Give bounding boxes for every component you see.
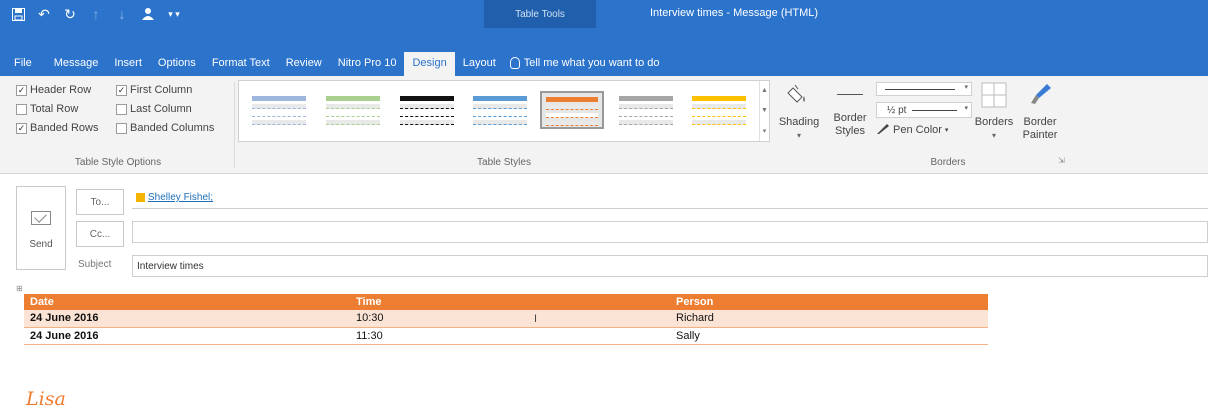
banded-rows-label: Banded Rows (30, 122, 99, 134)
last-column-label: Last Column (130, 103, 192, 115)
shading-dropdown-icon[interactable]: ▾ (774, 129, 824, 142)
tell-me-box[interactable]: Tell me what you want to do (504, 52, 660, 76)
window-title: Interview times - Message (HTML) (650, 7, 819, 19)
header-row-option[interactable]: ✓ Header Row (16, 84, 91, 96)
table-row: 24 June 2016 10:30 Richard (24, 310, 988, 328)
lightbulb-icon (509, 57, 520, 69)
user-icon[interactable] (140, 6, 156, 22)
table-style-options-label: Table Style Options (74, 157, 162, 168)
interview-table[interactable]: Date Time Person 24 June 2016 10:30 Rich… (24, 294, 988, 345)
ribbon: ✓ Header Row Total Row ✓ Banded Rows ✓ F… (0, 76, 1208, 174)
signature: Lisa (26, 388, 66, 410)
subject-label: Subject (78, 259, 112, 270)
envelope-icon (31, 211, 51, 225)
tab-review[interactable]: Review (278, 52, 330, 76)
table-cell[interactable]: 24 June 2016 (24, 310, 350, 328)
table-cell[interactable]: 24 June 2016 (24, 327, 350, 345)
table-cell[interactable]: Sally (670, 327, 988, 345)
to-field[interactable]: Shelley Fishel; (132, 187, 1208, 209)
table-row: 24 June 2016 11:30 Sally (24, 327, 988, 345)
table-cell[interactable]: 11:30 (350, 327, 670, 345)
ribbon-tabs: File Message Insert Options Format Text … (0, 52, 660, 76)
subject-value: Interview times (137, 260, 204, 272)
title-bar: ↶ ↻ ↑ ↓ ▾ ▾ Table Tools Interview times … (0, 0, 1208, 28)
tab-design[interactable]: Design (404, 52, 455, 76)
quick-access-toolbar: ↶ ↻ ↑ ↓ ▾ ▾ (10, 5, 182, 23)
tab-message[interactable]: Message (46, 52, 107, 76)
subject-field[interactable]: Interview times (132, 255, 1208, 277)
header-row-label: Header Row (30, 84, 92, 96)
tab-insert[interactable]: Insert (106, 52, 150, 76)
last-column-checkbox[interactable] (116, 103, 127, 115)
banded-rows-option[interactable]: ✓ Banded Rows (16, 122, 99, 134)
save-icon[interactable] (10, 6, 26, 22)
table-header-row: Date Time Person (24, 294, 988, 310)
tab-nitro-pro[interactable]: Nitro Pro 10 (330, 52, 405, 76)
table-styles-group: Table Styles (238, 76, 770, 174)
recipient-chip[interactable]: Shelley Fishel; (136, 192, 213, 203)
down-icon[interactable]: ↓ (114, 6, 130, 22)
borders-group: Borders (826, 76, 1070, 174)
table-style-options-group: ✓ Header Row Total Row ✓ Banded Rows ✓ F… (0, 76, 236, 174)
borders-group-label: Borders (930, 157, 966, 168)
ribbon-tab-bar: File Message Insert Options Format Text … (0, 28, 1208, 76)
banded-columns-option[interactable]: Banded Columns (116, 122, 214, 134)
table-cell[interactable]: 10:30 (350, 310, 670, 328)
send-label: Send (29, 239, 53, 250)
contact-status-icon (136, 193, 145, 202)
first-column-checkbox[interactable]: ✓ (116, 84, 127, 96)
table-cell[interactable]: Richard (670, 310, 988, 328)
banded-rows-checkbox[interactable]: ✓ (16, 122, 27, 134)
undo-icon[interactable]: ↶ (36, 6, 52, 22)
up-icon[interactable]: ↑ (88, 6, 104, 22)
first-column-option[interactable]: ✓ First Column (116, 84, 192, 96)
recipient-name: Shelley Fishel; (148, 192, 214, 203)
last-column-option[interactable]: Last Column (116, 103, 192, 115)
tab-file[interactable]: File (0, 52, 46, 76)
total-row-label: Total Row (30, 103, 79, 115)
banded-columns-label: Banded Columns (130, 122, 215, 134)
paint-bucket-icon (774, 82, 824, 112)
header-row-checkbox[interactable]: ✓ (16, 84, 27, 96)
table-move-handle[interactable]: ⊞ (16, 284, 23, 293)
total-row-option[interactable]: Total Row (16, 103, 78, 115)
tab-format-text[interactable]: Format Text (204, 52, 278, 76)
tell-me-text: Tell me what you want to do (523, 57, 660, 69)
to-button[interactable]: To... (76, 189, 124, 215)
text-cursor-icon: I (534, 313, 538, 325)
table-styles-label: Table Styles (477, 157, 531, 168)
first-column-label: First Column (130, 84, 193, 96)
tab-layout[interactable]: Layout (455, 52, 504, 76)
table-header-cell[interactable]: Time (350, 294, 670, 310)
shading-label: Shading (778, 116, 820, 128)
banded-columns-checkbox[interactable] (116, 122, 127, 134)
shading-button[interactable]: Shading ▾ (774, 82, 824, 142)
borders-dialog-launcher-icon[interactable]: ⇲ (1058, 156, 1065, 165)
redo-icon[interactable]: ↻ (62, 6, 78, 22)
send-button[interactable]: Send (16, 186, 66, 270)
table-header-cell[interactable]: Person (670, 294, 988, 310)
total-row-checkbox[interactable] (16, 103, 27, 115)
group-divider (234, 82, 235, 168)
table-header-cell[interactable]: Date (24, 294, 350, 310)
cc-field[interactable] (132, 221, 1208, 243)
table-tools-label: Table Tools (484, 0, 596, 28)
customize-icon[interactable]: ▾ ▾ (166, 6, 182, 22)
cc-button[interactable]: Cc... (76, 221, 124, 247)
tab-options[interactable]: Options (150, 52, 204, 76)
